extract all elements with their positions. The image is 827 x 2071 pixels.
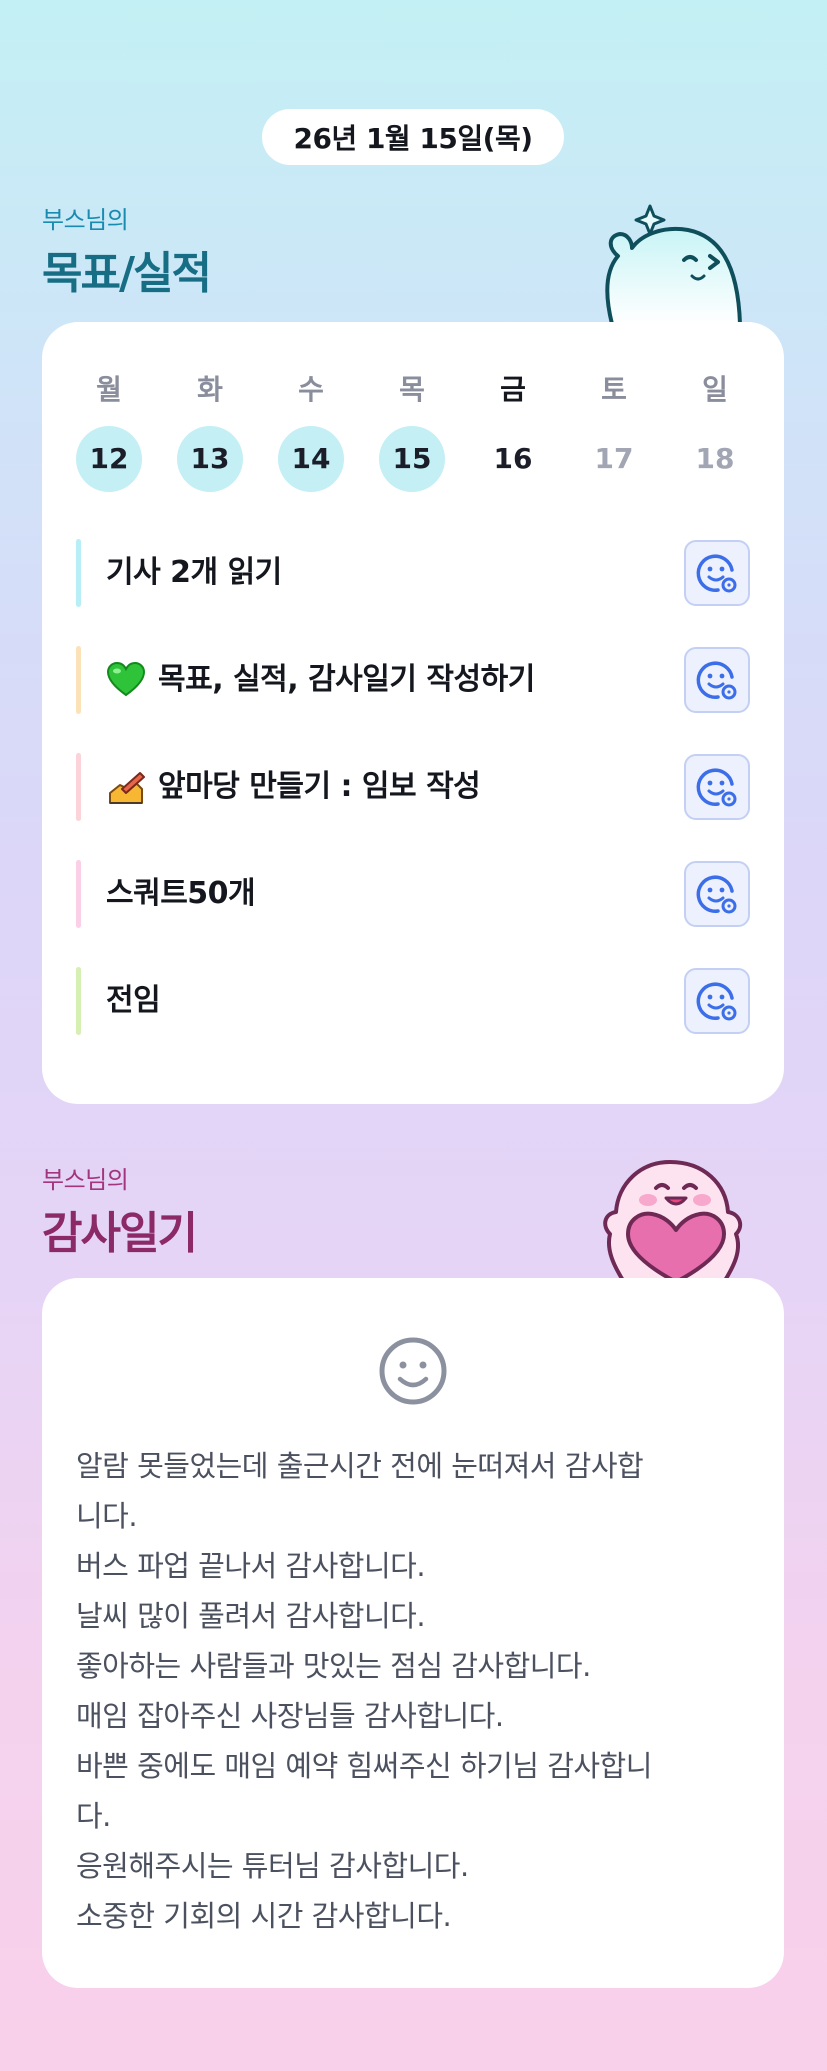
day-cell-today[interactable]: 16 — [480, 426, 546, 492]
day-cell-completed[interactable]: 12 — [76, 426, 142, 492]
gratitude-line: 바쁜 중에도 매임 예약 힘써주신 하기님 감사합니 — [76, 1749, 652, 1783]
ghost-mascot-icon — [605, 204, 742, 324]
gratitude-line: 매임 잡아주신 사장님들 감사합니다. — [76, 1699, 504, 1733]
goal-text: 앞마당 만들기 : 임보 작성 — [158, 769, 481, 804]
gratitude-line: 알람 못들었는데 출근시간 전에 눈떠져서 감사합 — [76, 1449, 644, 1483]
writing-hand-icon — [109, 772, 145, 804]
goal-action-button[interactable] — [684, 647, 750, 713]
smiley-face-add-icon — [696, 875, 737, 914]
smiley-face-add-icon — [696, 768, 737, 807]
date-pill[interactable]: 26년 1월 15일(목) — [262, 109, 564, 165]
goal-action-button[interactable] — [684, 754, 750, 820]
weekday-label-today: 금 — [500, 373, 526, 406]
day-cell-completed[interactable]: 15 — [379, 426, 445, 492]
smiley-face-add-icon — [696, 554, 737, 593]
weekday-label: 토 — [601, 373, 627, 406]
day-row: 12 13 14 15 16 17 18 — [42, 426, 784, 496]
goals-section-header: 부스님의 목표/실적 — [42, 200, 212, 301]
smiley-face-add-icon — [696, 661, 737, 700]
gratitude-line: 버스 파업 끝나서 감사합니다. — [76, 1549, 426, 1583]
weekday-row: 월 화 수 목 금 토 일 — [42, 370, 784, 410]
gratitude-line: 좋아하는 사람들과 맛있는 점심 감사합니다. — [76, 1649, 591, 1683]
goal-item[interactable]: 스쿼트50개 — [76, 860, 750, 928]
goal-item[interactable]: 기사 2개 읽기 — [76, 539, 750, 607]
gratitude-line: 다. — [76, 1799, 111, 1833]
goal-item[interactable]: 전임 — [76, 967, 750, 1035]
goal-color-bar — [76, 967, 81, 1035]
gratitude-line: 응원해주시는 튜터님 감사합니다. — [76, 1849, 469, 1883]
day-cell-completed[interactable]: 14 — [278, 426, 344, 492]
goal-text: 전임 — [106, 983, 161, 1018]
gratitude-line: 소중한 기회의 시간 감사합니다. — [76, 1899, 452, 1933]
goal-color-bar — [76, 646, 81, 714]
goal-color-bar — [76, 860, 81, 928]
goal-color-bar — [76, 753, 81, 821]
gratitude-section-header: 부스님의 감사일기 — [42, 1160, 198, 1261]
gratitude-line: 니다. — [76, 1499, 138, 1533]
goal-action-button[interactable] — [684, 861, 750, 927]
goal-action-button[interactable] — [684, 540, 750, 606]
goal-text: 스쿼트50개 — [106, 876, 256, 911]
smiley-face-add-icon — [696, 982, 737, 1021]
gratitude-section-subtitle: 부스님의 — [42, 1166, 129, 1194]
goal-item[interactable]: 앞마당 만들기 : 임보 작성 — [76, 753, 750, 821]
goals-section-title: 목표/실적 — [42, 248, 212, 299]
gratitude-card: 알람 못들었는데 출근시간 전에 눈떠져서 감사합 니다. 버스 파업 끝나서 … — [42, 1278, 784, 1988]
goals-section-subtitle: 부스님의 — [42, 206, 129, 234]
heart-mascot-icon — [603, 1160, 743, 1282]
gratitude-line: 날씨 많이 풀려서 감사합니다. — [76, 1599, 426, 1633]
goals-card: 월 화 수 목 금 토 일 12 13 14 15 16 17 18 기사 2개… — [42, 322, 784, 1104]
day-cell-completed[interactable]: 13 — [177, 426, 243, 492]
smiley-face-icon[interactable] — [378, 1336, 448, 1406]
weekday-label: 수 — [298, 373, 324, 406]
goal-text: 목표, 실적, 감사일기 작성하기 — [158, 662, 535, 697]
green-heart-icon — [106, 662, 146, 697]
weekday-label: 목 — [399, 373, 425, 406]
weekday-label: 월 — [96, 373, 122, 406]
goal-text: 기사 2개 읽기 — [106, 555, 282, 590]
goal-action-button[interactable] — [684, 968, 750, 1034]
day-cell-future[interactable]: 17 — [581, 426, 647, 492]
goal-color-bar — [76, 539, 81, 607]
goal-item[interactable]: 목표, 실적, 감사일기 작성하기 — [76, 646, 750, 714]
weekday-label: 일 — [702, 373, 728, 406]
weekday-label: 화 — [197, 373, 223, 406]
day-cell-future[interactable]: 18 — [682, 426, 748, 492]
gratitude-section-title: 감사일기 — [42, 1208, 198, 1259]
